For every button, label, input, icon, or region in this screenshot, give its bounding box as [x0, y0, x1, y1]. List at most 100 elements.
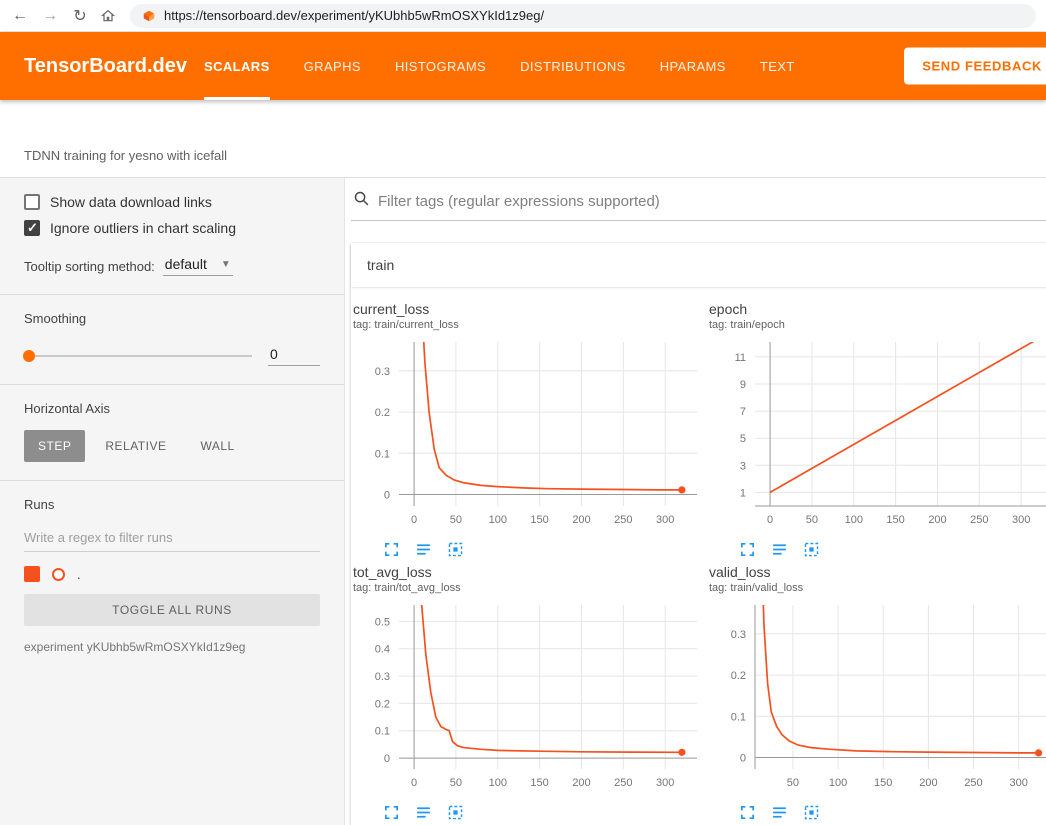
- data-table-icon[interactable]: [415, 541, 432, 558]
- smoothing-value-field[interactable]: 0: [268, 346, 320, 366]
- svg-text:1: 1: [740, 487, 746, 499]
- fit-domain-icon[interactable]: [803, 541, 820, 558]
- runs-label: Runs: [24, 497, 320, 512]
- run-checkbox-checked-icon[interactable]: [24, 566, 40, 582]
- horizontal-axis-label: Horizontal Axis: [24, 401, 320, 416]
- chart-plot[interactable]: 00.10.20.30.40.5050100150200250300: [353, 600, 703, 796]
- svg-text:200: 200: [919, 777, 937, 789]
- reload-icon[interactable]: ↻: [70, 6, 90, 26]
- axis-relative-button[interactable]: RELATIVE: [91, 430, 180, 462]
- chart-card: current_loss tag: train/current_loss 0 0.…: [351, 301, 703, 564]
- svg-text:0.2: 0.2: [375, 407, 390, 419]
- data-table-icon[interactable]: [415, 804, 432, 821]
- smoothing-slider-row: 0: [24, 346, 320, 366]
- site-icon: [142, 9, 156, 23]
- fit-domain-icon[interactable]: [447, 541, 464, 558]
- smoothing-slider[interactable]: [24, 355, 252, 357]
- svg-text:50: 50: [450, 777, 462, 789]
- tab-graphs[interactable]: GRAPHS: [304, 32, 361, 100]
- fit-domain-icon[interactable]: [447, 804, 464, 821]
- slider-thumb[interactable]: [23, 350, 35, 362]
- smoothing-label: Smoothing: [24, 311, 320, 326]
- chart-canvas[interactable]: 00.10.20.3050100150200250300: [353, 337, 703, 533]
- chart-card: valid_loss tag: train/valid_loss 00.10.2…: [707, 564, 1046, 825]
- data-table-icon[interactable]: [771, 541, 788, 558]
- chart-tag: tag: train/tot_avg_loss: [353, 582, 703, 594]
- expand-chart-icon[interactable]: [739, 804, 756, 821]
- chart-title: epoch: [709, 301, 1046, 317]
- run-row[interactable]: .: [24, 566, 320, 582]
- toggle-all-runs-button[interactable]: TOGGLE ALL RUNS: [24, 594, 320, 626]
- svg-text:300: 300: [656, 514, 674, 526]
- svg-text:0: 0: [767, 514, 773, 526]
- svg-text:0: 0: [411, 777, 417, 789]
- train-section-card: train current_loss tag: train/current_lo…: [351, 243, 1046, 825]
- data-table-icon[interactable]: [771, 804, 788, 821]
- brand-logo[interactable]: TensorBoard.dev: [0, 55, 204, 78]
- svg-text:0: 0: [384, 490, 390, 502]
- address-bar[interactable]: https://tensorboard.dev/experiment/yKUbh…: [130, 4, 1036, 28]
- chart-tag: tag: train/current_loss: [353, 319, 703, 331]
- svg-text:0.3: 0.3: [731, 629, 746, 641]
- tooltip-sorting-select[interactable]: default ▼: [163, 256, 233, 276]
- chart-canvas[interactable]: 1357911050100150200250300: [709, 337, 1046, 533]
- divider: [0, 294, 344, 295]
- run-name: .: [77, 567, 81, 582]
- ignore-outliers-label: Ignore outliers in chart scaling: [50, 220, 236, 236]
- runs-filter-input[interactable]: [24, 526, 320, 552]
- checkbox-unchecked-icon[interactable]: [24, 194, 40, 210]
- expand-chart-icon[interactable]: [383, 804, 400, 821]
- tooltip-sorting-label: Tooltip sorting method:: [24, 259, 155, 276]
- svg-text:0: 0: [384, 753, 390, 765]
- chart-plot[interactable]: 00.10.20.350100150200250300: [709, 600, 1046, 796]
- axis-buttons: STEPRELATIVEWALL: [24, 430, 320, 462]
- experiment-description: TDNN training for yesno with icefall: [24, 148, 1046, 163]
- svg-text:150: 150: [530, 777, 548, 789]
- svg-text:250: 250: [964, 777, 982, 789]
- svg-text:300: 300: [1010, 777, 1028, 789]
- ignore-outliers-row[interactable]: Ignore outliers in chart scaling: [24, 220, 320, 236]
- svg-text:0.1: 0.1: [375, 726, 390, 738]
- show-download-links-row[interactable]: Show data download links: [24, 194, 320, 210]
- chart-title: current_loss: [353, 301, 703, 317]
- home-icon[interactable]: [100, 8, 120, 24]
- svg-text:250: 250: [970, 514, 988, 526]
- fit-domain-icon[interactable]: [803, 804, 820, 821]
- chart-title: valid_loss: [709, 564, 1046, 580]
- axis-step-button[interactable]: STEP: [24, 430, 85, 462]
- sidebar: Show data download links Ignore outliers…: [0, 178, 345, 825]
- svg-text:50: 50: [450, 514, 462, 526]
- train-section-header[interactable]: train: [351, 243, 1046, 287]
- checkbox-checked-icon[interactable]: [24, 220, 40, 236]
- forward-icon[interactable]: →: [40, 7, 60, 25]
- tag-filter-input[interactable]: [378, 193, 1046, 210]
- show-download-links-label: Show data download links: [50, 194, 212, 210]
- chart-canvas[interactable]: 00.10.20.350100150200250300: [709, 600, 1046, 796]
- svg-text:200: 200: [572, 514, 590, 526]
- send-feedback-button[interactable]: SEND FEEDBACK: [904, 48, 1046, 85]
- back-icon[interactable]: ←: [10, 7, 30, 25]
- svg-text:7: 7: [740, 406, 746, 418]
- tab-scalars[interactable]: SCALARS: [204, 32, 270, 100]
- svg-text:0.4: 0.4: [375, 644, 390, 656]
- expand-chart-icon[interactable]: [383, 541, 400, 558]
- tab-hparams[interactable]: HPARAMS: [660, 32, 726, 100]
- divider: [0, 384, 344, 385]
- tab-text[interactable]: TEXT: [760, 32, 795, 100]
- svg-text:250: 250: [614, 777, 632, 789]
- charts-grid: current_loss tag: train/current_loss 0 0.…: [351, 287, 1046, 825]
- chart-plot[interactable]: 1357911050100150200250300: [709, 337, 1046, 533]
- url-text: https://tensorboard.dev/experiment/yKUbh…: [164, 8, 544, 23]
- axis-wall-button[interactable]: WALL: [186, 430, 248, 462]
- chart-plot[interactable]: 00.10.20.3050100150200250300: [353, 337, 703, 533]
- chart-canvas[interactable]: 00.10.20.30.40.5050100150200250300: [353, 600, 703, 796]
- browser-toolbar: ← → ↻ https://tensorboard.dev/experiment…: [0, 0, 1046, 32]
- search-icon: [353, 190, 370, 212]
- expand-chart-icon[interactable]: [739, 541, 756, 558]
- svg-text:300: 300: [656, 777, 674, 789]
- chart-tag: tag: train/valid_loss: [709, 582, 1046, 594]
- app-header: TensorBoard.dev SCALARS GRAPHS HISTOGRAMS D…: [0, 32, 1046, 100]
- tab-histograms[interactable]: HISTOGRAMS: [395, 32, 486, 100]
- tab-distributions[interactable]: DISTRIBUTIONS: [520, 32, 626, 100]
- svg-text:300: 300: [1012, 514, 1030, 526]
